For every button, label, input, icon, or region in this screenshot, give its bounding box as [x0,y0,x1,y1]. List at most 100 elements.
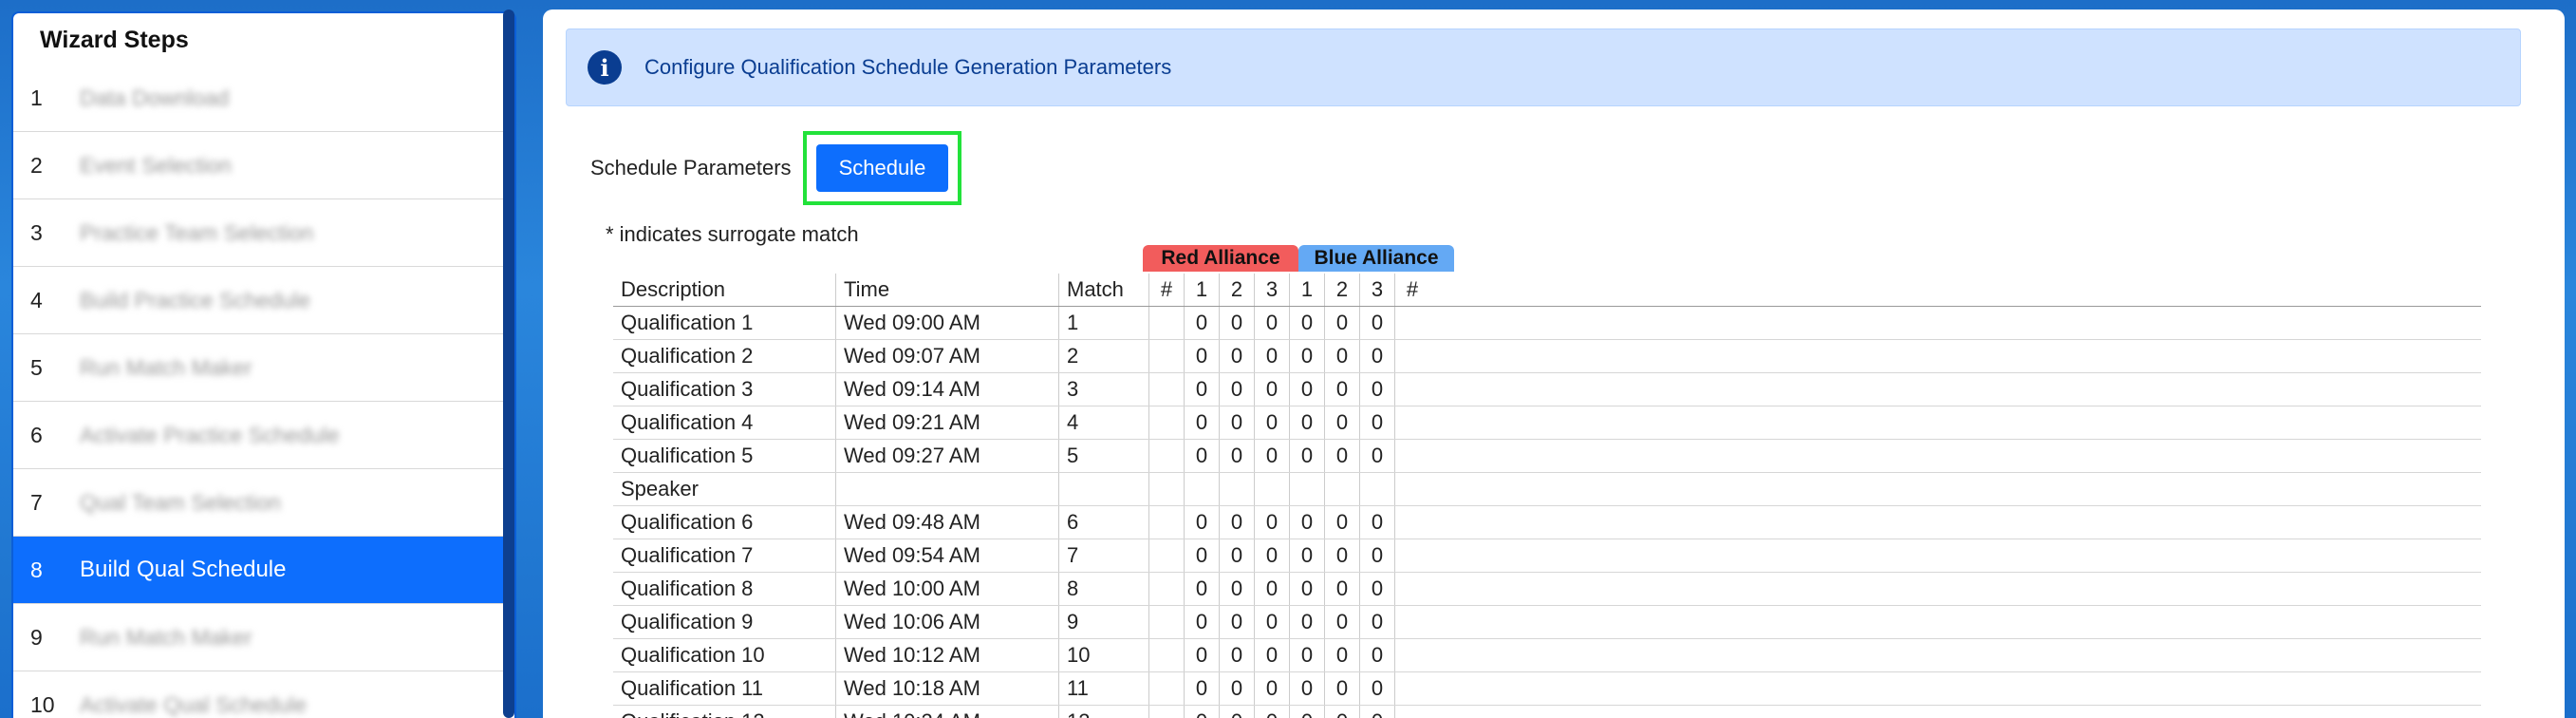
table-row: Qualification 5 Wed 09:27 AM 5 0 0 0 0 0 0 [613,439,2481,473]
cell-match: 7 [1058,538,1149,573]
cell-blue-hash [1394,705,1429,718]
table-row: Qualification 11 Wed 10:18 AM 11 0 0 0 0 0 0 [613,671,2481,706]
cell-blue-hash [1394,505,1429,539]
cell-team: 0 [1184,339,1220,373]
cell-match: 2 [1058,339,1149,373]
cell-team: 0 [1219,572,1255,606]
cell-description: Qualification 3 [613,372,836,406]
cell-team: 0 [1184,439,1220,473]
wizard-step[interactable]: 10 Activate Qual Schedule [13,671,507,718]
cell-red-hash [1148,306,1185,340]
col-red-3: 3 [1254,274,1290,307]
cell-team: 0 [1254,671,1290,706]
wizard-step[interactable]: 8 Build Qual Schedule [13,537,507,604]
cell-team: 0 [1324,406,1360,440]
sidebar-title: Wizard Steps [40,27,189,53]
schedule-body: Qualification 1 Wed 09:00 AM 1 0 0 0 0 0 0 Qualif… [613,306,2481,718]
cell-match: 11 [1058,671,1149,706]
schedule-button-highlight: Schedule [802,131,962,205]
cell-team: 0 [1359,439,1395,473]
wizard-step-number: 3 [30,219,43,245]
cell-team: 0 [1324,638,1360,672]
cell-match: 4 [1058,406,1149,440]
cell-red-hash [1148,439,1185,473]
wizard-step[interactable]: 7 Qual Team Selection [13,469,507,537]
cell-team: 0 [1324,572,1360,606]
cell-team: 0 [1184,605,1220,639]
cell-team: 0 [1359,605,1395,639]
cell-team: 0 [1289,372,1325,406]
cell-blue-hash [1394,406,1429,440]
cell-spacer [1429,572,2481,606]
wizard-step[interactable]: 2 Event Selection [13,132,507,199]
table-row: Qualification 3 Wed 09:14 AM 3 0 0 0 0 0 0 [613,372,2481,406]
schedule-header-row: Description Time Match # 1 2 3 1 2 3 # [613,274,2481,307]
cell-spacer [1429,406,2481,440]
cell-red-hash [1148,472,1185,506]
cell-team: 0 [1324,339,1360,373]
cell-team: 0 [1184,538,1220,573]
cell-team: 0 [1254,605,1290,639]
wizard-step[interactable]: 5 Run Match Maker [13,334,507,402]
col-blue-1: 1 [1289,274,1325,307]
col-match: Match [1058,274,1149,307]
red-alliance-header: Red Alliance [1143,245,1298,272]
wizard-step-label: Run Match Maker [80,624,252,650]
cell-team [1184,472,1220,506]
cell-team: 0 [1324,372,1360,406]
cell-team: 0 [1289,638,1325,672]
cell-team: 0 [1219,339,1255,373]
cell-time: Wed 10:00 AM [835,572,1059,606]
cell-spacer [1429,372,2481,406]
cell-spacer [1429,605,2481,639]
wizard-step-number: 6 [30,422,43,447]
wizard-step-number: 7 [30,489,43,515]
cell-team: 0 [1359,572,1395,606]
cell-team: 0 [1359,406,1395,440]
cell-team: 0 [1359,638,1395,672]
cell-match: 9 [1058,605,1149,639]
schedule-button[interactable]: Schedule [815,144,949,192]
cell-red-hash [1148,605,1185,639]
cell-team: 0 [1184,406,1220,440]
cell-team: 0 [1289,339,1325,373]
blue-alliance-header: Blue Alliance [1298,245,1454,272]
sidebar-scrollbar[interactable] [503,9,514,718]
cell-blue-hash [1394,439,1429,473]
cell-time: Wed 10:12 AM [835,638,1059,672]
table-row: Qualification 10 Wed 10:12 AM 10 0 0 0 0 0 0 [613,638,2481,672]
wizard-step-number: 4 [30,287,43,312]
cell-description: Qualification 11 [613,671,836,706]
cell-time: Wed 09:14 AM [835,372,1059,406]
cell-spacer [1429,439,2481,473]
cell-description: Qualification 8 [613,572,836,606]
cell-team [1324,472,1360,506]
alliance-headers: Red Alliance Blue Alliance [1143,245,1454,274]
cell-team: 0 [1324,538,1360,573]
wizard-step[interactable]: 6 Activate Practice Schedule [13,402,507,469]
cell-time: Wed 10:06 AM [835,605,1059,639]
col-spacer [1429,274,2481,307]
cell-team: 0 [1219,439,1255,473]
wizard-step-label: Build Practice Schedule [80,287,310,312]
wizard-step[interactable]: 4 Build Practice Schedule [13,267,507,334]
cell-red-hash [1148,572,1185,606]
cell-red-hash [1148,671,1185,706]
cell-match: 1 [1058,306,1149,340]
col-time: Time [835,274,1059,307]
cell-match [1058,472,1149,506]
table-row: Qualification 6 Wed 09:48 AM 6 0 0 0 0 0 0 [613,505,2481,539]
cell-time: Wed 10:24 AM [835,705,1059,718]
table-row: Qualification 7 Wed 09:54 AM 7 0 0 0 0 0 0 [613,538,2481,573]
cell-team: 0 [1254,439,1290,473]
cell-description: Qualification 5 [613,439,836,473]
wizard-step[interactable]: 3 Practice Team Selection [13,199,507,267]
wizard-step-label: Build Qual Schedule [80,557,287,582]
wizard-step-label: Activate Qual Schedule [80,691,308,717]
wizard-step[interactable]: 9 Run Match Maker [13,604,507,671]
wizard-step-number: 9 [30,624,43,650]
wizard-step-number: 1 [30,85,43,110]
wizard-step[interactable]: 1 Data Download [13,65,507,132]
cell-team: 0 [1324,705,1360,718]
cell-team: 0 [1219,505,1255,539]
